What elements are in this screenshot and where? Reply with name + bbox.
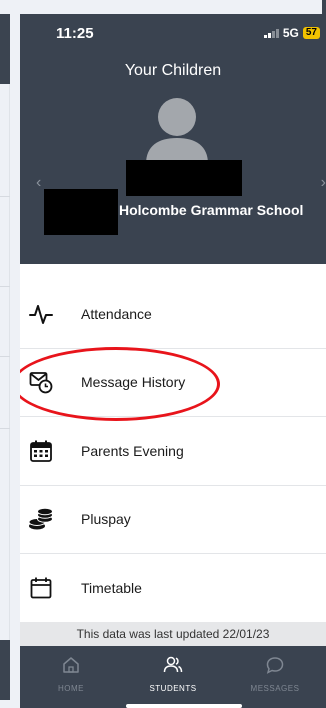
tab-label: STUDENTS [149, 684, 197, 693]
redacted-block [126, 160, 242, 196]
tab-home[interactable]: HOME [20, 646, 122, 708]
menu-item-pluspay[interactable]: Pluspay [20, 486, 326, 554]
calendar-grid-icon [28, 438, 54, 464]
battery-icon: 57 [302, 27, 320, 39]
redacted-block [44, 189, 118, 235]
chevron-left-icon[interactable]: ‹ [36, 174, 41, 192]
background-divider [0, 286, 10, 287]
background-app-left [0, 0, 20, 708]
highlight-annotation-circle [20, 347, 220, 421]
background-divider [0, 356, 10, 357]
school-name: Holcombe Grammar School [119, 202, 304, 218]
pulse-icon [28, 301, 54, 327]
last-updated-note: This data was last updated 22/01/23 [20, 622, 326, 646]
background-footer-block [0, 640, 10, 700]
status-indicators: 5G 57 [263, 26, 320, 40]
menu-item-parents-evening[interactable]: Parents Evening [20, 417, 326, 486]
tab-label: HOME [58, 684, 84, 693]
menu-item-label: Pluspay [81, 511, 131, 528]
header: 11:25 5G 57 Your Children ‹ › Holcombe G… [20, 14, 326, 264]
status-time: 11:25 [56, 25, 94, 42]
network-label: 5G [282, 26, 299, 40]
background-divider [9, 84, 10, 640]
tab-bar: HOME STUDENTS MESSAGES [20, 646, 326, 708]
calendar-icon [28, 575, 54, 601]
chevron-right-icon[interactable]: › [321, 174, 326, 192]
signal-icon [263, 28, 279, 38]
tab-label: MESSAGES [250, 684, 300, 693]
page-title: Your Children [124, 62, 222, 79]
menu-item-label: Attendance [81, 305, 152, 322]
coins-icon [28, 506, 54, 532]
home-icon [62, 656, 80, 679]
background-divider [0, 196, 10, 197]
background-divider [0, 428, 10, 429]
chat-bubble-icon [266, 656, 284, 679]
avatar [146, 98, 208, 164]
menu-item-attendance[interactable]: Attendance [20, 280, 326, 349]
home-indicator[interactable] [126, 704, 242, 708]
menu-item-timetable[interactable]: Timetable [20, 554, 326, 623]
menu-item-label: Parents Evening [81, 442, 184, 459]
menu-item-label: Timetable [81, 580, 142, 597]
background-header-block [0, 14, 10, 84]
tab-messages[interactable]: MESSAGES [224, 646, 326, 708]
users-icon [163, 656, 183, 679]
menu-list: Attendance Message History Parents Eveni… [20, 280, 326, 623]
phone-screen: 11:25 5G 57 Your Children ‹ › Holcombe G… [20, 14, 326, 708]
tab-students[interactable]: STUDENTS [122, 646, 224, 708]
